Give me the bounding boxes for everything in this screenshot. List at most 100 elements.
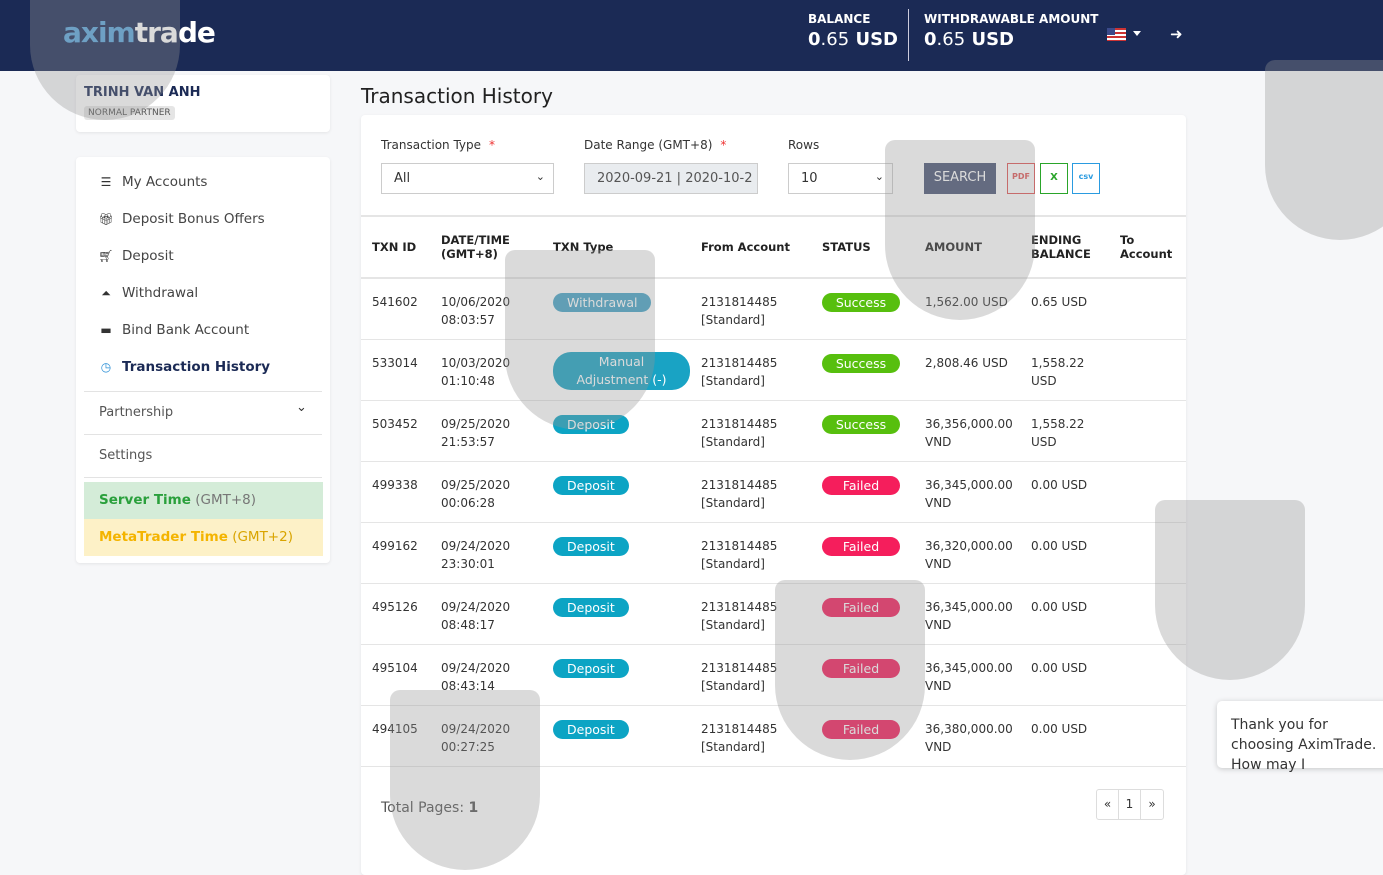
user-name: TRINH VAN ANH <box>84 85 201 100</box>
amount: 36,345,000.00 VND <box>914 644 1020 706</box>
export-excel-button[interactable]: X <box>1040 163 1068 194</box>
from-account: 2131814485 [Standard] <box>690 461 811 523</box>
clock-icon: ◷ <box>100 360 112 374</box>
from-account: 2131814485 [Standard] <box>690 644 811 706</box>
user-card: TRINH VAN ANH NORMAL PARTNER <box>76 75 330 132</box>
sidebar-item-transaction-history[interactable]: ◷ Transaction History <box>98 359 270 375</box>
txn-type: Deposit <box>542 583 690 645</box>
amount: 36,380,000.00 VND <box>914 705 1020 767</box>
status: Success <box>811 339 914 401</box>
amount: 1,562.00 USD <box>914 278 1020 340</box>
txn-datetime: 09/24/2020 23:30:01 <box>430 522 542 584</box>
column-header: DATE/TIME (GMT+8) <box>430 215 542 279</box>
ending-balance: 0.00 USD <box>1020 705 1109 767</box>
withdrawable-amount: WITHDRAWABLE AMOUNT 0.65 USD <box>924 12 1099 50</box>
column-header: ENDING BALANCE <box>1020 215 1109 279</box>
caret-down-icon[interactable] <box>1133 31 1141 40</box>
table-row[interactable]: 503452 09/25/2020 21:53:57 Deposit 213181448… <box>361 400 1186 462</box>
txn-type-badge: Deposit <box>553 414 629 434</box>
next-page-button[interactable]: » <box>1141 790 1163 819</box>
arrow-up-circle-icon: ⏶ <box>101 285 111 300</box>
search-button[interactable]: SEARCH <box>924 163 996 194</box>
amount: 36,345,000.00 VND <box>914 461 1020 523</box>
column-header: AMOUNT <box>914 215 1020 279</box>
txn-type: Deposit <box>542 400 690 462</box>
status-badge: Failed <box>822 475 900 495</box>
txn-id: 499338 <box>361 461 430 523</box>
page-title: Transaction History <box>361 84 553 108</box>
from-account: 2131814485 [Standard] <box>690 705 811 767</box>
from-account: 2131814485 [Standard] <box>690 339 811 401</box>
table-row[interactable]: 533014 10/03/2020 01:10:48 Manual Adjustmen… <box>361 339 1186 401</box>
amount: 2,808.46 USD <box>914 339 1020 401</box>
txn-datetime: 10/03/2020 01:10:48 <box>430 339 542 401</box>
column-header: STATUS <box>811 215 914 279</box>
sidebar-item-bind-bank[interactable]: ▬ Bind Bank Account <box>98 322 249 338</box>
divider <box>84 477 322 478</box>
txn-id: 541602 <box>361 278 430 340</box>
txn-datetime: 09/25/2020 00:06:28 <box>430 461 542 523</box>
cart-icon: 🛒︎ <box>98 249 114 263</box>
export-csv-button[interactable]: csv <box>1072 163 1100 194</box>
total-pages: Total Pages: 1 <box>381 800 479 816</box>
table-row[interactable]: 495104 09/24/2020 08:43:14 Deposit 213181448… <box>361 644 1186 706</box>
sidebar-item-withdrawal[interactable]: ⏶ Withdrawal <box>98 285 198 301</box>
date-range-label: Date Range (GMT+8) * <box>584 138 727 152</box>
logo[interactable]: aximtrade <box>63 16 216 49</box>
export-pdf-button[interactable]: PDF <box>1007 163 1035 194</box>
from-account: 2131814485 [Standard] <box>690 278 811 340</box>
sidebar-item-settings[interactable]: Settings <box>99 448 152 463</box>
metatrader-time: MetaTrader Time (GMT+2) <box>84 519 323 556</box>
status: Failed <box>811 705 914 767</box>
column-header: To Account <box>1109 215 1186 279</box>
chevron-down-icon[interactable]: ⌄ <box>296 400 307 415</box>
rows-select[interactable]: 10 ⌄ <box>788 163 893 194</box>
date-range-input[interactable]: 2020-09-21 | 2020-10-2 <box>584 163 758 194</box>
status-badge: Failed <box>822 597 900 617</box>
txn-type-badge: Deposit <box>553 536 629 556</box>
divider <box>84 391 322 392</box>
list-icon: ☰ <box>100 175 112 189</box>
status: Failed <box>811 461 914 523</box>
amount: 36,345,000.00 VND <box>914 583 1020 645</box>
table-row[interactable]: 541602 10/06/2020 08:03:57 Withdrawal 213181… <box>361 278 1186 340</box>
sidebar-item-my-accounts[interactable]: ☰ My Accounts <box>98 174 208 190</box>
transaction-type-select[interactable]: All ⌄ <box>381 163 554 194</box>
from-account: 2131814485 [Standard] <box>690 583 811 645</box>
ending-balance: 0.00 USD <box>1020 644 1109 706</box>
txn-id: 495104 <box>361 644 430 706</box>
column-header: From Account <box>690 215 811 279</box>
chat-popup[interactable]: Thank you for choosing AximTrade. How ma… <box>1217 701 1383 773</box>
status-badge: Success <box>822 353 900 373</box>
sidebar-item-partnership[interactable]: Partnership <box>99 405 173 420</box>
top-header: aximtrade BALANCE 0.65 USD WITHDRAWABLE … <box>0 0 1383 71</box>
ending-balance: 0.00 USD <box>1020 583 1109 645</box>
txn-type: Deposit <box>542 705 690 767</box>
to-account <box>1109 644 1186 706</box>
table-row[interactable]: 499338 09/25/2020 00:06:28 Deposit 213181448… <box>361 461 1186 523</box>
transaction-panel: Transaction Type * All ⌄ Date Range (GMT+8… <box>361 115 1186 875</box>
txn-type: Withdrawal <box>542 278 690 340</box>
table-row[interactable]: 495126 09/24/2020 08:48:17 Deposit 213181448… <box>361 583 1186 645</box>
page-1-button[interactable]: 1 <box>1119 790 1141 819</box>
status: Success <box>811 278 914 340</box>
watermark-shield-icon <box>1265 60 1383 240</box>
transaction-type-label: Transaction Type * <box>381 138 496 152</box>
us-flag-icon[interactable] <box>1107 28 1126 41</box>
txn-datetime: 10/06/2020 08:03:57 <box>430 278 542 340</box>
txn-id: 495126 <box>361 583 430 645</box>
logout-icon[interactable]: ➜ <box>1170 25 1183 43</box>
sidebar-item-deposit-bonus[interactable]: 🎁︎ Deposit Bonus Offers <box>98 211 264 227</box>
chevron-down-icon: ⌄ <box>874 170 884 183</box>
ending-balance: 1,558.22 USD <box>1020 339 1109 401</box>
txn-type: Deposit <box>542 461 690 523</box>
prev-page-button[interactable]: « <box>1097 790 1119 819</box>
sidebar-item-deposit[interactable]: 🛒︎ Deposit <box>98 248 173 264</box>
ending-balance: 1,558.22 USD <box>1020 400 1109 462</box>
txn-type-badge: Manual Adjustment (-) <box>553 351 690 390</box>
ending-balance: 0.65 USD <box>1020 278 1109 340</box>
txn-type-badge: Deposit <box>553 719 629 739</box>
table-row[interactable]: 499162 09/24/2020 23:30:01 Deposit 213181448… <box>361 522 1186 584</box>
divider <box>908 9 909 61</box>
table-row[interactable]: 494105 09/24/2020 00:27:25 Deposit 213181448… <box>361 705 1186 767</box>
